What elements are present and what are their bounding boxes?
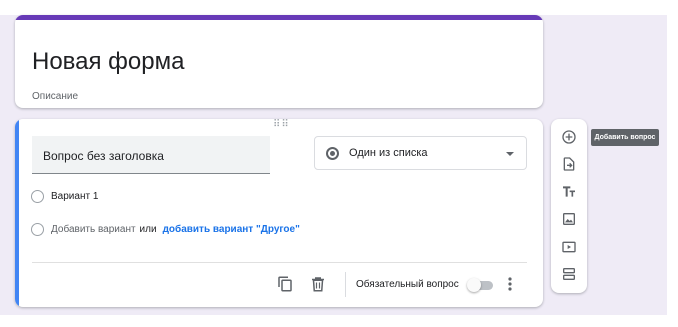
add-image-button[interactable] — [559, 209, 579, 229]
drag-handle-icon[interactable]: ⠿⠿ — [273, 120, 290, 130]
add-section-button[interactable] — [559, 264, 579, 284]
chevron-down-icon — [506, 152, 514, 156]
add-option-row: Добавить вариант или добавить вариант "Д… — [31, 221, 300, 237]
radio-circle-icon — [31, 189, 44, 203]
add-video-button[interactable] — [559, 237, 579, 257]
footer-divider — [32, 262, 527, 263]
form-description[interactable]: Описание — [32, 91, 78, 102]
form-title[interactable]: Новая форма — [32, 48, 184, 76]
image-icon — [563, 213, 575, 225]
required-label: Обязательный вопрос — [356, 279, 459, 290]
option-row[interactable]: Вариант 1 — [31, 188, 98, 204]
delete-icon[interactable] — [309, 275, 327, 293]
add-question-tooltip: Добавить вопрос — [591, 129, 659, 146]
add-other-option-link[interactable]: добавить вариант "Другое" — [163, 224, 300, 235]
question-type-select[interactable]: Один из списка — [314, 136, 527, 170]
add-option-button[interactable]: Добавить вариант — [51, 224, 136, 235]
question-card[interactable]: ⠿⠿ Вопрос без заголовка Один из списка В… — [15, 119, 543, 307]
or-label: или — [139, 223, 157, 235]
form-header-card: Новая форма Описание — [15, 15, 543, 108]
footer-separator — [345, 272, 346, 297]
question-type-label: Один из списка — [349, 147, 428, 159]
option-label[interactable]: Вариант 1 — [51, 191, 98, 202]
question-active-indicator — [15, 119, 19, 307]
duplicate-icon[interactable] — [276, 275, 294, 293]
question-title-input[interactable]: Вопрос без заголовка — [32, 136, 270, 174]
import-icon — [563, 157, 575, 171]
add-circle-icon — [562, 130, 576, 144]
add-title-button[interactable] — [559, 182, 579, 202]
more-vert-icon[interactable] — [505, 276, 515, 292]
title-text-icon — [563, 186, 575, 197]
video-icon — [562, 241, 576, 253]
header-accent-bar — [15, 15, 543, 20]
add-question-button[interactable] — [559, 127, 579, 147]
radio-circle-icon — [31, 222, 44, 236]
section-icon — [563, 268, 575, 280]
toggle-knob — [467, 278, 481, 292]
required-toggle[interactable] — [467, 278, 493, 292]
import-questions-button[interactable] — [559, 154, 579, 174]
radio-button-icon — [326, 147, 339, 160]
question-toolbar — [551, 119, 587, 293]
